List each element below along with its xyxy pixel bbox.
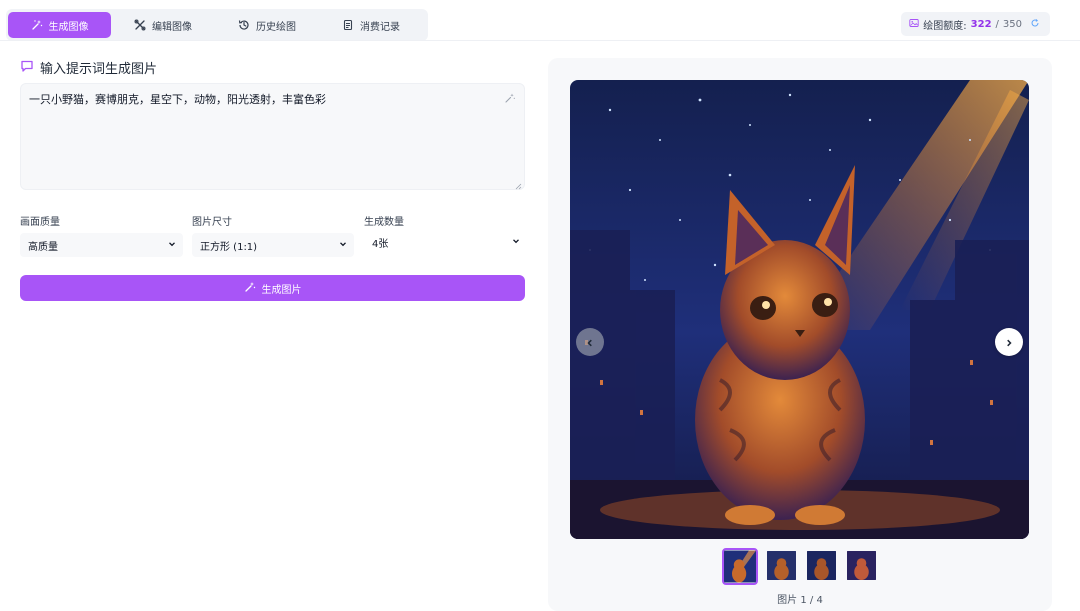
enhance-prompt-icon[interactable] (504, 92, 516, 104)
tab-generate-image-label: 生成图像 (48, 21, 89, 33)
tab-generate-image[interactable]: 生成图像 (8, 12, 111, 38)
image-counter: 图片 1 / 4 (777, 595, 823, 606)
chat-bubble-icon (20, 59, 34, 77)
prompt-textarea[interactable]: 一只小野猫，赛博朋克，星空下，动物，阳光透射，丰富色彩 (20, 83, 525, 190)
count-value: 4张 (372, 238, 389, 250)
prompt-section-title: 输入提示词生成图片 (20, 58, 157, 77)
thumbnail-strip (722, 548, 878, 585)
prompt-title-text: 输入提示词生成图片 (40, 62, 158, 77)
header-divider (0, 40, 1080, 41)
tab-edit-image-label: 编辑图像 (152, 21, 192, 33)
quality-value: 高质量 (28, 241, 58, 253)
quality-select[interactable]: 高质量 (20, 233, 183, 257)
tab-edit-image[interactable]: 编辑图像 (111, 12, 215, 38)
quota-separator: / (995, 18, 999, 30)
count-select[interactable]: 4张 (364, 230, 527, 254)
size-select[interactable]: 正方形 (1:1) (192, 233, 354, 257)
prompt-text: 一只小野猫，赛博朋克，星空下，动物，阳光透射，丰富色彩 (29, 93, 326, 106)
thumbnail-4[interactable] (845, 548, 878, 583)
thumbnail-3[interactable] (805, 548, 838, 583)
generate-button-label: 生成图片 (261, 284, 302, 296)
document-icon (342, 19, 354, 31)
count-label: 生成数量 (364, 217, 404, 228)
size-value: 正方形 (1:1) (200, 241, 258, 253)
previous-image-button[interactable] (576, 328, 604, 356)
quota-badge: 绘图额度: 322 / 350 (901, 12, 1050, 36)
refresh-icon[interactable] (1030, 18, 1040, 31)
quality-label: 画面质量 (20, 217, 60, 228)
thumbnail-2[interactable] (765, 548, 798, 583)
size-label: 图片尺寸 (192, 217, 232, 228)
quota-total: 350 (1002, 18, 1022, 30)
chevron-left-icon (585, 333, 595, 352)
tab-history[interactable]: 历史绘图 (215, 12, 319, 38)
chevron-down-icon (338, 239, 348, 252)
chevron-down-icon (511, 236, 521, 249)
thumbnail-1[interactable] (722, 548, 758, 585)
image-icon (909, 18, 919, 31)
next-image-button[interactable] (995, 328, 1023, 356)
magic-wand-icon (31, 19, 43, 31)
chevron-right-icon (1004, 333, 1014, 352)
quota-label: 绘图额度: (923, 20, 967, 32)
tab-history-label: 历史绘图 (256, 21, 296, 33)
tab-consumption-label: 消费记录 (360, 21, 400, 33)
generated-image[interactable] (570, 80, 1029, 539)
generate-image-button[interactable]: 生成图片 (20, 275, 525, 301)
top-tab-bar: 生成图像 编辑图像 历史绘图 消费记录 (6, 9, 428, 41)
chevron-down-icon (167, 239, 177, 252)
resize-handle-icon[interactable] (514, 179, 522, 190)
tools-icon (134, 19, 146, 31)
quota-used: 322 (970, 18, 992, 30)
tab-consumption[interactable]: 消费记录 (319, 12, 423, 38)
cat-image-illustration (570, 80, 1029, 539)
magic-wand-icon (244, 281, 256, 296)
history-icon (238, 19, 250, 31)
